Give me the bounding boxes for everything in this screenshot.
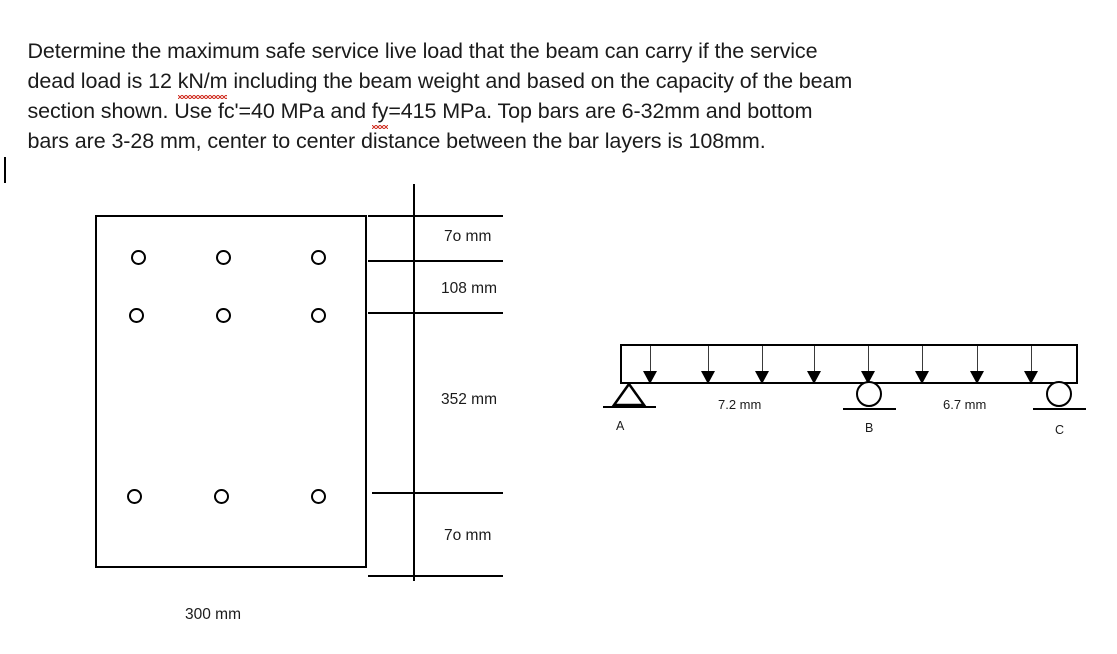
- support-label-b: B: [865, 421, 874, 435]
- problem-page: Determine the maximum safe service live …: [0, 0, 1117, 654]
- dimension-tick-layer2: [368, 312, 503, 314]
- rebar-bottom-2: [214, 489, 229, 504]
- concrete-section-outline: [95, 215, 367, 568]
- load-arrowhead-7: [970, 371, 984, 384]
- load-arrowhead-2: [701, 371, 715, 384]
- support-c-roller-icon: [1046, 381, 1072, 407]
- rebar-top1-2: [216, 250, 231, 265]
- rebar-top2-1: [129, 308, 144, 323]
- dimension-label-cover-bottom: 7o mm: [444, 527, 492, 544]
- dimension-tick-layer1: [368, 260, 503, 262]
- support-a-pin-icon: [611, 383, 647, 407]
- dimension-label-cover-top: 7o mm: [444, 228, 492, 245]
- beam-cross-section-diagram: 7o mm 108 mm 352 mm 7o mm 300 mm: [0, 0, 560, 654]
- rebar-top1-1: [131, 250, 146, 265]
- dimension-label-clear-depth: 352 mm: [441, 391, 497, 408]
- support-b-roller-icon: [856, 381, 882, 407]
- rebar-top1-3: [311, 250, 326, 265]
- beam-loading-diagram: A B C 7.2 mm 6.7 mm: [600, 330, 1100, 450]
- dimension-tick-top: [368, 215, 503, 217]
- span-label-bc: 6.7 mm: [943, 397, 987, 412]
- support-label-c: C: [1055, 423, 1065, 437]
- load-arrowhead-3: [755, 371, 769, 384]
- dimension-tick-base: [368, 575, 503, 577]
- support-c-ground-line: [1033, 408, 1086, 410]
- beam-outline: [620, 344, 1078, 384]
- load-arrowhead-6: [915, 371, 929, 384]
- dimension-label-width: 300 mm: [185, 606, 241, 623]
- load-arrowhead-8: [1024, 371, 1038, 384]
- support-b-ground-line: [843, 408, 896, 410]
- rebar-top2-2: [216, 308, 231, 323]
- span-label-ab: 7.2 mm: [718, 397, 762, 412]
- dimension-extension-line: [413, 184, 415, 581]
- support-a-ground-line: [603, 406, 656, 408]
- rebar-bottom-1: [127, 489, 142, 504]
- load-arrowhead-4: [807, 371, 821, 384]
- dimension-label-layer-spacing: 108 mm: [441, 280, 497, 297]
- support-label-a: A: [616, 419, 625, 433]
- dimension-tick-bottom-bars: [372, 492, 503, 494]
- rebar-bottom-3: [311, 489, 326, 504]
- rebar-top2-3: [311, 308, 326, 323]
